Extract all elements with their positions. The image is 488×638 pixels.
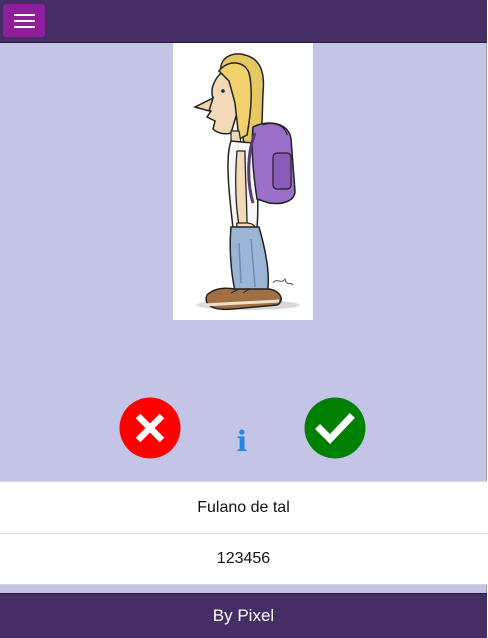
app-screen: i Fulano de tal 123456 By Pixel: [0, 0, 487, 638]
footer: By Pixel: [0, 593, 487, 638]
student-name: Fulano de tal: [0, 481, 487, 533]
menu-button[interactable]: [3, 4, 45, 37]
student-id: 123456: [0, 533, 487, 585]
hamburger-menu-icon: [14, 26, 35, 28]
hamburger-menu-icon: [14, 14, 35, 16]
top-app-bar: [0, 0, 487, 43]
hamburger-menu-icon: [14, 20, 35, 22]
accept-button[interactable]: [304, 397, 366, 459]
info-button[interactable]: i: [232, 424, 252, 460]
check-circle-icon: [304, 397, 366, 459]
x-circle-icon: [119, 397, 181, 459]
reject-button[interactable]: [119, 397, 181, 459]
student-photo: [173, 43, 313, 320]
footer-text: By Pixel: [212, 606, 275, 625]
student-cartoon-image: [192, 53, 300, 311]
